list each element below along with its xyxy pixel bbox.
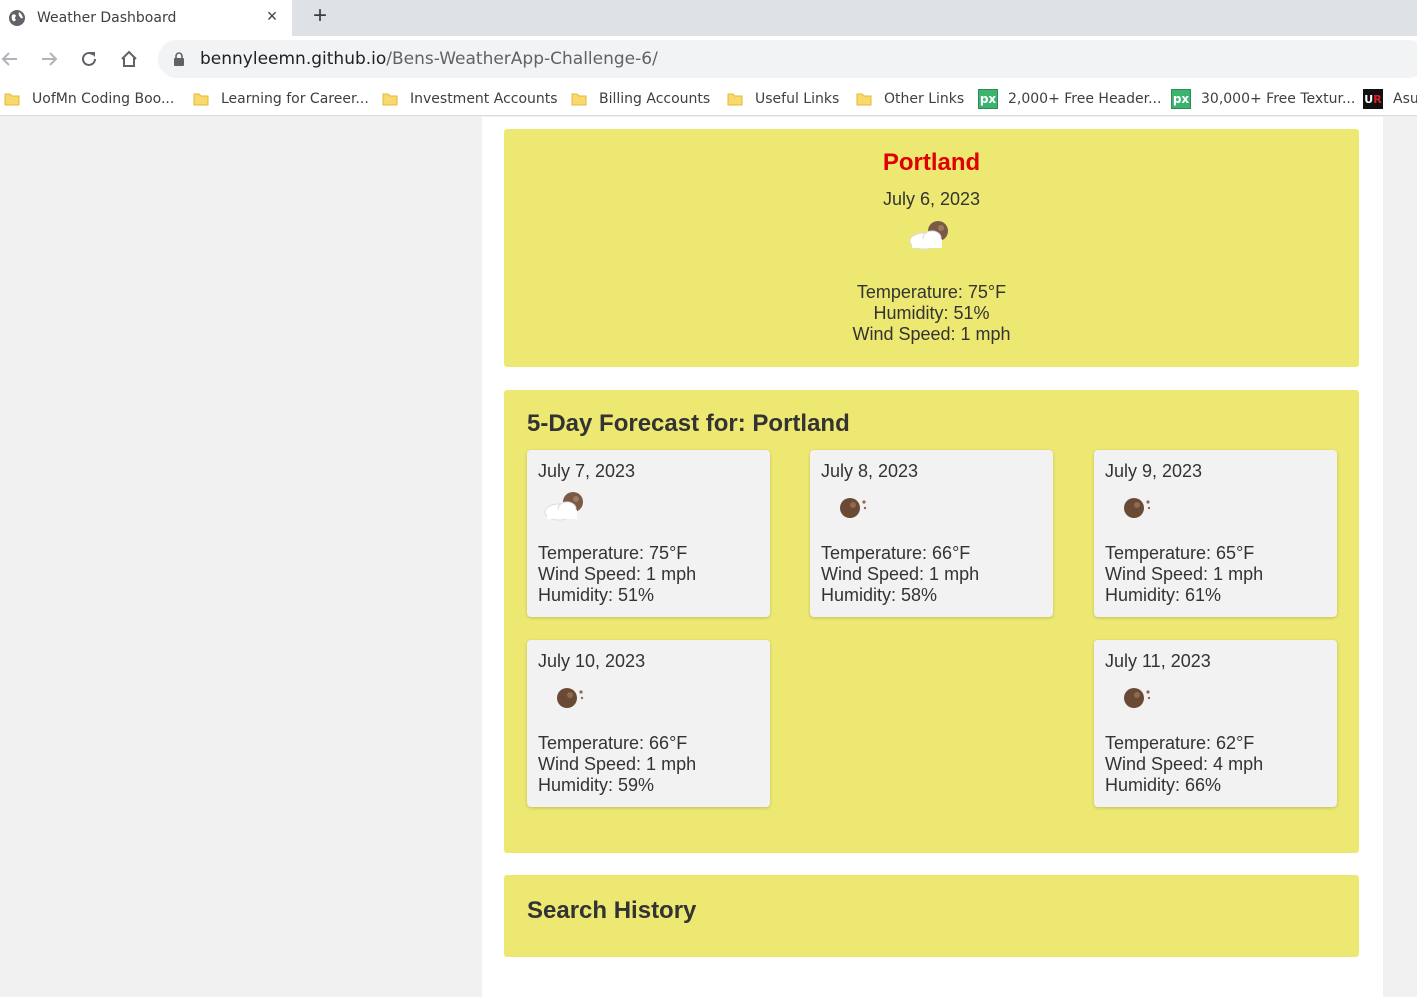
forecast-date: July 9, 2023	[1105, 461, 1203, 481]
city-name: Portland	[882, 149, 981, 176]
globe-icon	[9, 10, 25, 26]
forecast-card: July 7, 2023 Temperature: 75°F Wind Spee…	[527, 450, 770, 617]
bookmark-billing[interactable]: Billing Accounts	[571, 82, 711, 115]
reload-icon	[82, 51, 96, 66]
forecast-wind: Wind Speed: 1 mph	[1105, 564, 1264, 584]
forecast-card: July 11, 2023 Temperature: 62°F Wind Spe…	[1094, 640, 1337, 807]
clear-night-icon	[840, 498, 867, 518]
forecast-title: 5-Day Forecast for: Portland	[527, 410, 850, 437]
current-temperature: Temperature: 75°F	[856, 282, 1007, 302]
forecast-card: July 8, 2023 Temperature: 66°F Wind Spee…	[810, 450, 1053, 617]
forecast-card: July 10, 2023 Temperature: 66°F Wind Spe…	[527, 640, 770, 807]
forecast-humidity: Humidity: 66%	[1105, 775, 1222, 795]
bookmark-free-texture[interactable]: px 30,000+ Free Textur...	[1171, 82, 1356, 115]
forecast-temperature: Temperature: 66°F	[821, 543, 971, 563]
forecast-date: July 7, 2023	[538, 461, 636, 481]
url-text: bennyleemn.github.io/Bens-WeatherApp-Cha…	[200, 49, 658, 69]
clear-night-icon	[1124, 688, 1151, 708]
bookmark-uofmn[interactable]: UofMn Coding Boo...	[4, 82, 175, 115]
url-path: /Bens-WeatherApp-Challenge-6/	[386, 49, 658, 69]
bookmarks-bar: UofMn Coding Boo... Learning for Career.…	[0, 82, 1417, 116]
folder-icon	[571, 93, 587, 106]
clear-night-icon	[557, 688, 584, 708]
forecast-date: July 10, 2023	[538, 651, 646, 671]
url-domain: bennyleemn.github.io	[200, 49, 387, 69]
arrow-right-icon	[42, 52, 58, 66]
bookmark-label: Useful Links	[755, 91, 840, 107]
forecast-temperature: Temperature: 65°F	[1105, 543, 1255, 563]
bookmark-label: Asu	[1393, 91, 1417, 107]
bookmark-label: 30,000+ Free Textur...	[1201, 91, 1356, 107]
current-weather-panel: Portland July 6, 2023 Temperature: 75°F …	[504, 129, 1359, 367]
forecast-card: July 9, 2023 Temperature: 65°F Wind Spee…	[1094, 450, 1337, 617]
bookmark-label: 2,000+ Free Header...	[1008, 91, 1162, 107]
forecast-humidity: Humidity: 51%	[538, 585, 655, 605]
px-icon: px	[1171, 89, 1191, 109]
forecast-date: July 8, 2023	[821, 461, 919, 481]
back-button[interactable]	[0, 45, 24, 73]
bookmark-label: Other Links	[884, 91, 965, 107]
folder-icon	[727, 93, 743, 106]
forward-button[interactable]	[35, 45, 63, 73]
page-viewport: Portland July 6, 2023 Temperature: 75°F …	[0, 117, 1417, 997]
bookmark-learning[interactable]: Learning for Career...	[193, 82, 369, 115]
search-history-panel: Search History	[504, 875, 1359, 957]
folder-icon	[193, 93, 209, 106]
px-icon: px	[978, 89, 998, 109]
main-container: Portland July 6, 2023 Temperature: 75°F …	[482, 117, 1383, 997]
forecast-panel: 5-Day Forecast for: Portland July 7, 202…	[504, 390, 1359, 853]
bookmark-useful[interactable]: Useful Links	[727, 82, 840, 115]
reload-button[interactable]	[75, 45, 103, 73]
forecast-temperature: Temperature: 62°F	[1105, 733, 1255, 753]
folder-icon	[382, 93, 398, 106]
forecast-wind: Wind Speed: 1 mph	[538, 754, 697, 774]
forecast-wind: Wind Speed: 1 mph	[821, 564, 980, 584]
new-tab-button[interactable]: +	[306, 3, 334, 31]
forecast-temperature: Temperature: 75°F	[538, 543, 688, 563]
home-button[interactable]	[115, 45, 143, 73]
arrow-left-icon	[1, 52, 17, 66]
address-bar[interactable]: bennyleemn.github.io/Bens-WeatherApp-Cha…	[158, 40, 1417, 78]
bookmark-label: Billing Accounts	[599, 91, 711, 107]
browser-toolbar: bennyleemn.github.io/Bens-WeatherApp-Cha…	[0, 36, 1417, 82]
tab-weather-dashboard[interactable]: Weather Dashboard ×	[0, 0, 292, 36]
forecast-wind: Wind Speed: 1 mph	[538, 564, 697, 584]
tab-title: Weather Dashboard	[37, 10, 177, 26]
home-icon	[121, 50, 137, 67]
forecast-humidity: Humidity: 61%	[1105, 585, 1222, 605]
bookmark-label: UofMn Coding Boo...	[32, 91, 175, 107]
forecast-humidity: Humidity: 59%	[538, 775, 655, 795]
folder-icon	[4, 93, 20, 106]
current-date: July 6, 2023	[882, 189, 981, 209]
bookmark-label: Investment Accounts	[410, 91, 558, 107]
bookmark-investment[interactable]: Investment Accounts	[382, 82, 558, 115]
ur-icon: UR	[1363, 89, 1383, 109]
bookmark-other[interactable]: Other Links	[856, 82, 965, 115]
close-tab-icon[interactable]: ×	[262, 6, 282, 26]
forecast-humidity: Humidity: 58%	[821, 585, 938, 605]
bookmark-asu[interactable]: UR Asu	[1363, 82, 1417, 115]
partly-cloudy-night-icon	[909, 221, 948, 250]
forecast-wind: Wind Speed: 4 mph	[1105, 754, 1264, 774]
lock-icon	[174, 52, 184, 66]
clear-night-icon	[1124, 498, 1151, 518]
bookmark-label: Learning for Career...	[221, 91, 369, 107]
bookmark-free-header[interactable]: px 2,000+ Free Header...	[978, 82, 1162, 115]
current-wind: Wind Speed: 1 mph	[852, 324, 1011, 344]
current-humidity: Humidity: 51%	[873, 303, 990, 323]
folder-icon	[856, 93, 872, 106]
partly-cloudy-night-icon	[544, 492, 583, 521]
search-history-title: Search History	[527, 897, 697, 924]
tab-strip: Weather Dashboard × +	[0, 0, 1417, 36]
forecast-temperature: Temperature: 66°F	[538, 733, 688, 753]
forecast-date: July 11, 2023	[1105, 651, 1211, 671]
